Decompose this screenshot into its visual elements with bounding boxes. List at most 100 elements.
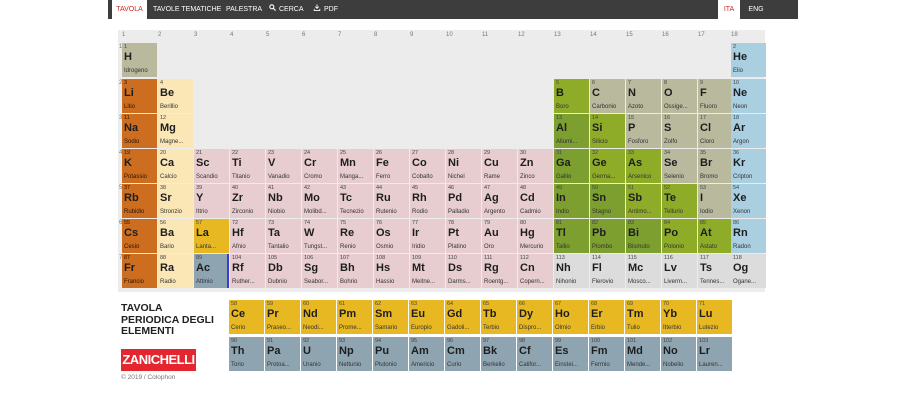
- element-cell[interactable]: 51 Sb Antimo...: [626, 184, 661, 218]
- element-cell[interactable]: 58 Ce Cerio: [229, 300, 264, 334]
- element-cell[interactable]: 97 Bk Berkelio: [481, 337, 516, 371]
- element-cell[interactable]: 3 Li Litio: [122, 79, 157, 113]
- element-cell[interactable]: 109 Mt Meitne...: [410, 254, 445, 288]
- element-cell[interactable]: 117 Ts Tennes...: [698, 254, 733, 288]
- element-cell[interactable]: 77 Ir Iridio: [410, 219, 445, 253]
- element-cell[interactable]: 20 Ca Calcio: [158, 149, 193, 183]
- element-cell[interactable]: 91 Pa Protoa...: [265, 337, 300, 371]
- element-cell[interactable]: 104 Rf Ruther...: [230, 254, 265, 288]
- element-cell[interactable]: 83 Bi Bismuto: [626, 219, 661, 253]
- element-cell[interactable]: 75 Re Renio: [338, 219, 373, 253]
- element-cell[interactable]: 16 S Zolfo: [662, 114, 697, 148]
- element-cell[interactable]: 1 H Idrogeno: [122, 43, 157, 77]
- element-cell[interactable]: 79 Au Oro: [482, 219, 517, 253]
- element-cell[interactable]: 76 Os Osmio: [374, 219, 409, 253]
- language-eng[interactable]: ENG: [745, 0, 767, 19]
- element-cell[interactable]: 93 Np Nettunio: [337, 337, 372, 371]
- element-cell[interactable]: 86 Rn Radon: [731, 219, 766, 253]
- element-cell[interactable]: 82 Pb Piombo: [590, 219, 625, 253]
- element-cell[interactable]: 45 Rh Rodio: [410, 184, 445, 218]
- element-cell[interactable]: 29 Cu Rame: [482, 149, 517, 183]
- element-cell[interactable]: 35 Br Bromo: [698, 149, 733, 183]
- element-cell[interactable]: 17 Cl Cloro: [698, 114, 733, 148]
- element-cell[interactable]: 59 Pr Praseo...: [265, 300, 300, 334]
- element-cell[interactable]: 46 Pd Palladio: [446, 184, 481, 218]
- element-cell[interactable]: 98 Cf Califor...: [517, 337, 552, 371]
- element-cell[interactable]: 102 No Nobelio: [661, 337, 696, 371]
- element-cell[interactable]: 49 In Indio: [554, 184, 589, 218]
- element-cell[interactable]: 53 I Iodio: [698, 184, 733, 218]
- element-cell[interactable]: 112 Cn Copern...: [518, 254, 553, 288]
- copyright-colophon[interactable]: © 2019 / Colophon: [121, 374, 175, 381]
- element-cell[interactable]: 43 Tc Tecnezio: [338, 184, 373, 218]
- element-cell[interactable]: 71 Lu Lutezio: [697, 300, 732, 334]
- element-cell[interactable]: 96 Cm Curio: [445, 337, 480, 371]
- element-cell[interactable]: 4 Be Berillio: [158, 79, 193, 113]
- element-cell[interactable]: 74 W Tungst...: [302, 219, 337, 253]
- element-cell[interactable]: 67 Ho Olmio: [553, 300, 588, 334]
- element-cell[interactable]: 33 As Arsenico: [626, 149, 661, 183]
- tab-palestra[interactable]: PALESTRA: [226, 0, 262, 19]
- element-cell[interactable]: 52 Te Tellurio: [662, 184, 697, 218]
- element-cell[interactable]: 14 Si Silicio: [590, 114, 625, 148]
- element-cell[interactable]: 70 Yb Itterbio: [661, 300, 696, 334]
- element-cell[interactable]: 106 Sg Seabor...: [302, 254, 337, 288]
- element-cell[interactable]: 47 Ag Argento: [482, 184, 517, 218]
- element-cell[interactable]: 68 Er Erbio: [589, 300, 624, 334]
- element-cell[interactable]: 13 Al Allumi...: [554, 114, 589, 148]
- element-cell[interactable]: 87 Fr Francio: [122, 254, 157, 288]
- element-cell[interactable]: 94 Pu Plutonio: [373, 337, 408, 371]
- element-cell[interactable]: 23 V Vanadio: [266, 149, 301, 183]
- element-cell[interactable]: 99 Es Einstei...: [553, 337, 588, 371]
- element-cell[interactable]: 107 Bh Bohrio: [338, 254, 373, 288]
- element-cell[interactable]: 36 Kr Cripton: [731, 149, 766, 183]
- element-cell[interactable]: 66 Dy Dispro...: [517, 300, 552, 334]
- element-cell[interactable]: 22 Ti Titanio: [230, 149, 265, 183]
- element-cell[interactable]: 103 Lr Lauren...: [697, 337, 732, 371]
- element-cell[interactable]: 38 Sr Stronzio: [158, 184, 193, 218]
- element-cell[interactable]: 10 Ne Neon: [731, 79, 766, 113]
- element-cell[interactable]: 25 Mn Manga...: [338, 149, 373, 183]
- element-cell[interactable]: 113 Nh Nihonio: [554, 254, 589, 288]
- element-cell[interactable]: 62 Sm Samario: [373, 300, 408, 334]
- element-cell[interactable]: 85 At Astato: [698, 219, 733, 253]
- element-cell[interactable]: 80 Hg Mercurio: [518, 219, 553, 253]
- language-ita[interactable]: ITA: [718, 0, 740, 19]
- element-cell[interactable]: 55 Cs Cesio: [122, 219, 157, 253]
- element-cell[interactable]: 63 Eu Europio: [409, 300, 444, 334]
- element-cell[interactable]: 69 Tm Tulio: [625, 300, 660, 334]
- element-cell[interactable]: 101 Md Mende...: [625, 337, 660, 371]
- element-cell[interactable]: 61 Pm Prome...: [337, 300, 372, 334]
- element-cell[interactable]: 60 Nd Neodi...: [301, 300, 336, 334]
- tab-cerca[interactable]: CERCA: [269, 0, 304, 19]
- element-cell[interactable]: 54 Xe Xenon: [731, 184, 766, 218]
- zanichelli-logo[interactable]: ZANICHELLI: [121, 349, 196, 371]
- element-cell[interactable]: 114 Fl Flerovio: [590, 254, 625, 288]
- element-cell[interactable]: 24 Cr Cromo: [302, 149, 337, 183]
- element-cell[interactable]: 105 Db Dubnio: [266, 254, 301, 288]
- element-cell[interactable]: 89 Ac Attinio: [194, 254, 229, 288]
- element-cell[interactable]: 5 B Boro: [554, 79, 589, 113]
- element-cell[interactable]: 81 Tl Tallio: [554, 219, 589, 253]
- element-cell[interactable]: 90 Th Torio: [229, 337, 264, 371]
- element-cell[interactable]: 92 U Uranio: [301, 337, 336, 371]
- element-cell[interactable]: 19 K Potassio: [122, 149, 157, 183]
- tab-tavole-tematiche[interactable]: TAVOLE TEMATICHE: [153, 0, 221, 19]
- element-cell[interactable]: 44 Ru Rutenio: [374, 184, 409, 218]
- element-cell[interactable]: 84 Po Polonio: [662, 219, 697, 253]
- element-cell[interactable]: 21 Sc Scandio: [194, 149, 229, 183]
- element-cell[interactable]: 31 Ga Gallio: [554, 149, 589, 183]
- element-cell[interactable]: 18 Ar Argon: [731, 114, 766, 148]
- element-cell[interactable]: 56 Ba Bario: [158, 219, 193, 253]
- element-cell[interactable]: 110 Ds Darms...: [446, 254, 481, 288]
- element-cell[interactable]: 28 Ni Nichel: [446, 149, 481, 183]
- element-cell[interactable]: 72 Hf Afnio: [230, 219, 265, 253]
- element-cell[interactable]: 111 Rg Roentg...: [482, 254, 517, 288]
- element-cell[interactable]: 7 N Azoto: [626, 79, 661, 113]
- element-cell[interactable]: 12 Mg Magne...: [158, 114, 193, 148]
- tab-pdf[interactable]: PDF: [313, 0, 338, 19]
- element-cell[interactable]: 37 Rb Rubidio: [122, 184, 157, 218]
- element-cell[interactable]: 88 Ra Radio: [158, 254, 193, 288]
- element-cell[interactable]: 41 Nb Niobio: [266, 184, 301, 218]
- element-cell[interactable]: 9 F Fluoro: [698, 79, 733, 113]
